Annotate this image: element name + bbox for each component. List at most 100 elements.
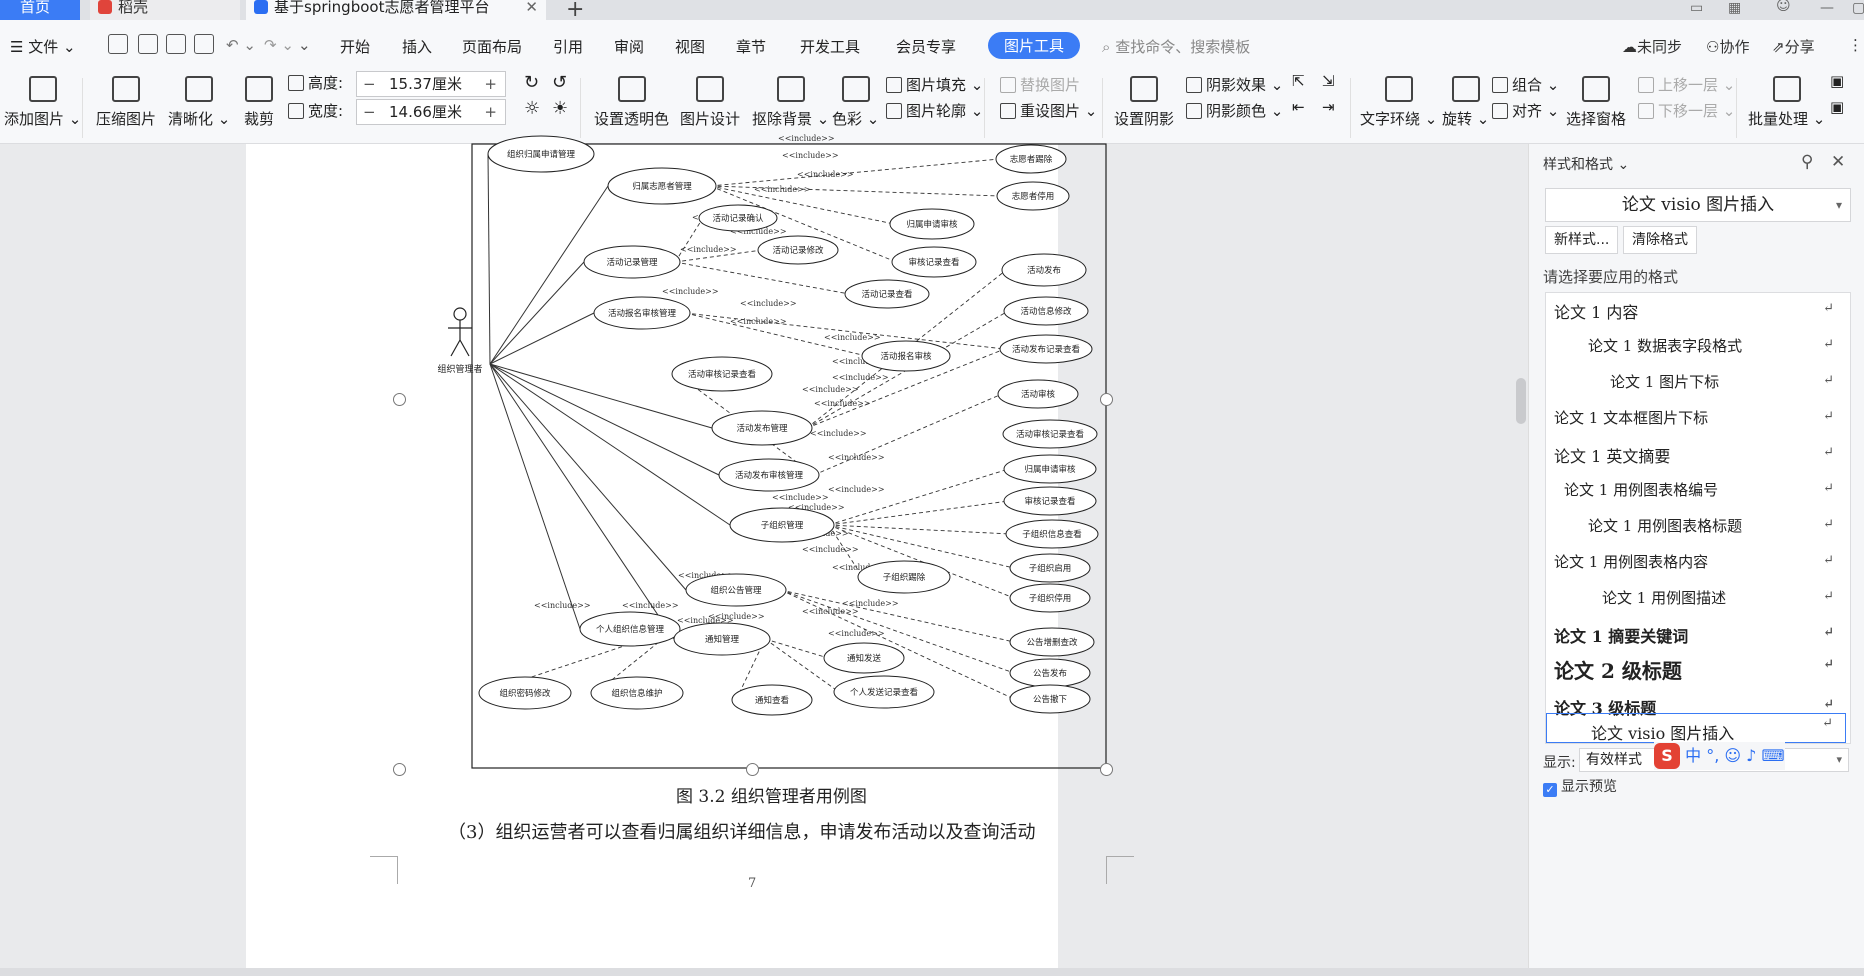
collaborate-button[interactable]: ⚇协作 — [1706, 36, 1749, 57]
style-item[interactable]: 论文 1 用例图表格内容 ↵ — [1546, 551, 1846, 585]
save-icon[interactable] — [108, 34, 128, 54]
punctuation-icon[interactable]: °, — [1706, 746, 1719, 765]
layout-icon[interactable]: ▭ — [1690, 0, 1703, 16]
shadow-left-icon[interactable]: ⇤ — [1292, 98, 1305, 116]
menu-view[interactable]: 视图 — [675, 36, 705, 57]
style-item[interactable]: 论文 1 用例图描述 ↵ — [1546, 587, 1846, 621]
select-pane-button[interactable]: 选择窗格 — [1566, 76, 1626, 129]
style-item[interactable]: 论文 1 用例图表格标题 ↵ — [1546, 515, 1846, 549]
style-item[interactable]: 论文 1 图片下标 ↵ — [1546, 371, 1846, 405]
shadow-down-icon[interactable]: ⇲ — [1322, 72, 1335, 90]
new-style-button[interactable]: 新样式... — [1545, 226, 1619, 254]
tab-daoke[interactable]: 稻壳 — [90, 0, 240, 20]
image-fill-button[interactable]: 图片填充 ⌄ — [886, 74, 983, 95]
align-button[interactable]: 对齐 ⌄ — [1492, 100, 1559, 121]
keyboard-icon[interactable]: ⌨ — [1761, 746, 1784, 765]
redo-icon[interactable]: ↷ ⌄ — [264, 36, 294, 54]
menu-chapter[interactable]: 章节 — [736, 36, 766, 57]
tab-document[interactable]: 基于springboot志愿者管理平台 ✕ — [246, 0, 546, 20]
set-transparent-button[interactable]: 设置透明色 — [594, 76, 669, 129]
style-item[interactable]: 论文 1 内容 ↵ — [1546, 299, 1846, 333]
use-case-diagram-image[interactable]: <<include>> <<include>> <<include>> <<inclu… — [437, 134, 1107, 769]
resize-handle[interactable] — [393, 763, 406, 776]
shadow-color-button[interactable]: 阴影颜色 ⌄ — [1186, 100, 1283, 121]
batch-button[interactable]: 批量处理 ⌄ — [1748, 76, 1825, 129]
rotate-right-icon[interactable]: ↺ — [552, 72, 567, 93]
menu-file[interactable]: ☰ 文件 ⌄ — [10, 36, 76, 57]
replace-image-button[interactable]: 替换图片 — [1000, 74, 1080, 95]
set-shadow-button[interactable]: 设置阴影 — [1114, 76, 1174, 129]
current-style-select[interactable]: 论文 visio 图片插入 ▾ — [1545, 188, 1851, 222]
print-preview-icon[interactable] — [194, 34, 214, 54]
minimize-icon[interactable]: — — [1820, 0, 1834, 16]
style-item[interactable]: 论文 1 英文摘要 ↵ — [1546, 443, 1846, 477]
width-input[interactable]: −14.66厘米 + — [356, 99, 506, 125]
menu-references[interactable]: 引用 — [553, 36, 583, 57]
command-search[interactable]: ⌕ 查找命令、搜索模板 — [1102, 36, 1250, 57]
panel-title[interactable]: 样式和格式 ⌄ — [1543, 154, 1629, 174]
style-item[interactable]: 论文 1 数据表字段格式 ↵ — [1546, 335, 1846, 369]
style-list[interactable]: 论文 1 内容 ↵ 论文 1 数据表字段格式 ↵ 论文 1 图片下标 ↵ 论文 1 文… — [1545, 292, 1851, 744]
increment-icon[interactable]: + — [484, 100, 497, 124]
close-panel-icon[interactable]: ✕ — [1831, 152, 1845, 172]
maximize-icon[interactable]: ▢ — [1852, 0, 1864, 16]
color-button[interactable]: 色彩 ⌄ — [832, 76, 879, 129]
add-image-button[interactable]: 添加图片 ⌄ — [4, 76, 81, 129]
remove-background-button[interactable]: 抠除背景 ⌄ — [752, 76, 829, 129]
height-input[interactable]: −15.37厘米 + — [356, 71, 506, 97]
undo-icon[interactable]: ↶ ⌄ — [226, 36, 256, 54]
grid-icon[interactable]: ▦ — [1728, 0, 1741, 16]
shadow-effect-button[interactable]: 阴影效果 ⌄ — [1186, 74, 1283, 95]
pin-icon[interactable]: ⚲ — [1801, 152, 1813, 172]
bring-forward-button[interactable]: 上移一层 ⌄ — [1638, 74, 1735, 95]
more-icon[interactable]: ⋮ — [1848, 36, 1863, 54]
menu-insert[interactable]: 插入 — [402, 36, 432, 57]
emoji-icon[interactable]: ☺ — [1724, 746, 1741, 765]
menu-review[interactable]: 审阅 — [614, 36, 644, 57]
image-outline-button[interactable]: 图片轮廓 ⌄ — [886, 100, 983, 121]
shadow-up-icon[interactable]: ⇱ — [1292, 72, 1305, 90]
rotate-button[interactable]: 旋转 ⌄ — [1442, 76, 1489, 129]
avatar[interactable]: ☺ — [1776, 0, 1791, 14]
preview-checkbox[interactable]: ✓ 显示预览 — [1543, 776, 1617, 797]
export-pdf-icon[interactable] — [138, 34, 158, 54]
document-scrollbar[interactable] — [1516, 144, 1528, 976]
shadow-right-icon[interactable]: ⇥ — [1322, 98, 1335, 116]
menu-start[interactable]: 开始 — [340, 36, 370, 57]
overflow-icon-2[interactable]: ▣ — [1830, 98, 1844, 116]
style-item[interactable]: 论文 1 摘要关键词 ↵ — [1546, 623, 1846, 657]
scrollbar-thumb[interactable] — [1516, 378, 1526, 424]
resize-handle[interactable] — [746, 763, 759, 776]
microphone-icon[interactable]: ♪ — [1746, 746, 1756, 765]
close-icon[interactable]: ✕ — [525, 0, 538, 15]
brightness-icon[interactable]: ☼ — [524, 98, 540, 119]
resize-handle[interactable] — [393, 393, 406, 406]
group-button[interactable]: 组合 ⌄ — [1492, 74, 1559, 95]
menu-picture-tools[interactable]: 图片工具 — [988, 32, 1081, 59]
style-item[interactable]: 论文 1 文本框图片下标 ↵ — [1546, 407, 1846, 441]
contrast-icon[interactable]: ☀ — [552, 98, 568, 119]
ime-language[interactable]: 中 — [1685, 746, 1701, 765]
style-item-selected[interactable]: 论文 visio 图片插入 ↵ — [1546, 713, 1846, 743]
tab-home[interactable]: 首页 — [0, 0, 80, 20]
new-tab-icon[interactable]: + — [566, 0, 584, 22]
style-item[interactable]: 论文 2 级标题 ↵ — [1546, 655, 1846, 689]
menu-member[interactable]: 会员专享 — [896, 36, 956, 57]
increment-icon[interactable]: + — [484, 72, 497, 96]
text-wrap-button[interactable]: 文字环绕 ⌄ — [1360, 76, 1437, 129]
share-button[interactable]: ⇗分享 — [1772, 36, 1815, 57]
menu-page-layout[interactable]: 页面布局 — [462, 36, 522, 57]
rotate-left-icon[interactable]: ↻ — [524, 72, 539, 93]
menu-developer[interactable]: 开发工具 — [800, 36, 860, 57]
crop-button[interactable]: 裁剪 — [244, 76, 274, 129]
print-icon[interactable] — [166, 34, 186, 54]
customize-quick-access-icon[interactable]: ⌄ — [298, 36, 311, 54]
sharpen-button[interactable]: 清晰化 ⌄ — [168, 76, 230, 129]
style-item[interactable]: 论文 1 用例图表格编号 ↵ — [1546, 479, 1846, 513]
send-backward-button[interactable]: 下移一层 ⌄ — [1638, 100, 1735, 121]
image-design-button[interactable]: 图片设计 — [680, 76, 740, 129]
overflow-icon[interactable]: ▣ — [1830, 72, 1844, 90]
resize-handle[interactable] — [1100, 763, 1113, 776]
decrement-icon[interactable]: − — [363, 100, 376, 124]
sync-status[interactable]: ☁未同步 — [1622, 36, 1682, 57]
